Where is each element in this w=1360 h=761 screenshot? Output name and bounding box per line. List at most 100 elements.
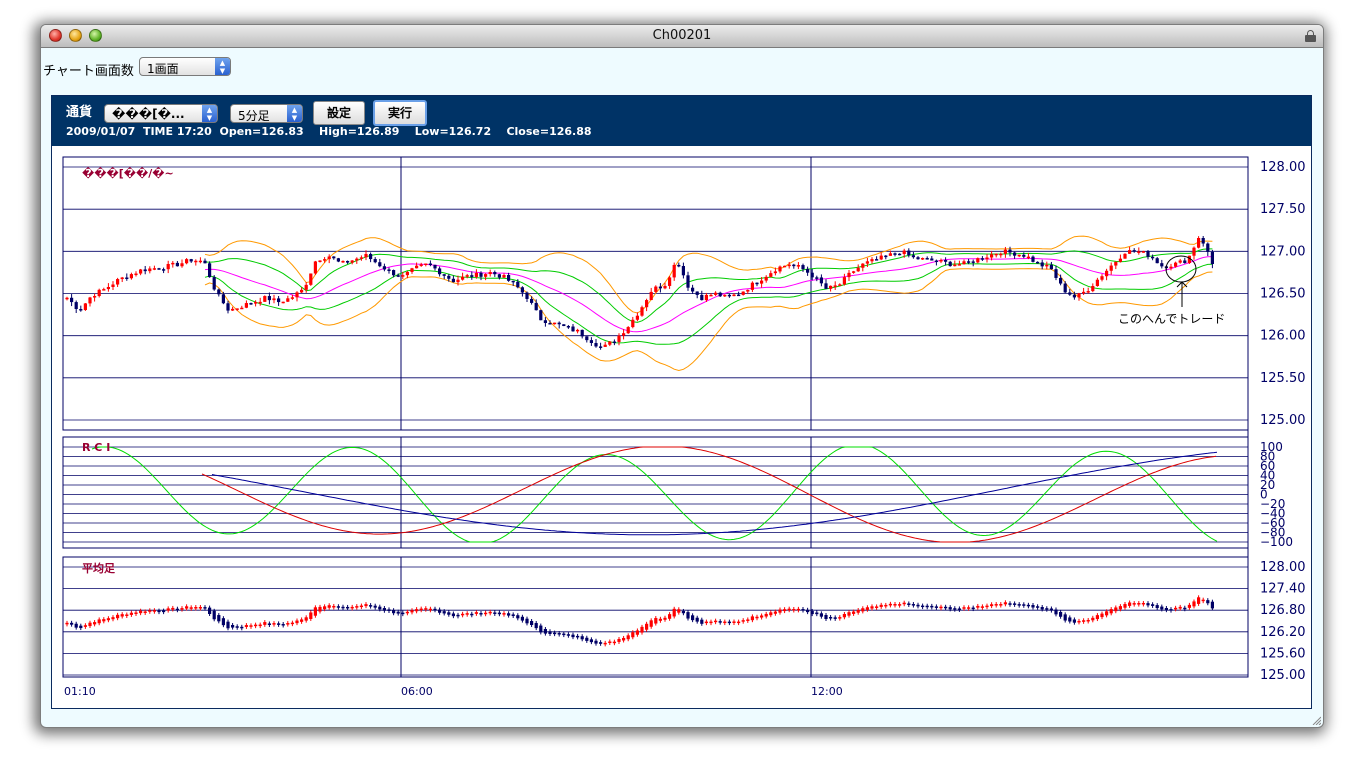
ha-candle — [732, 621, 736, 623]
candle — [470, 275, 474, 277]
currency-select[interactable]: ���[�... ▲ ▼ — [104, 104, 218, 123]
ha-candle — [649, 620, 653, 627]
candle — [1201, 237, 1205, 244]
screen-count-select[interactable]: 1画面 ▲ ▼ — [139, 57, 231, 76]
candle — [985, 257, 989, 260]
candle — [576, 329, 580, 332]
ha-candle — [203, 607, 207, 609]
ha-candle — [171, 607, 175, 610]
candle — [281, 301, 285, 304]
candle — [309, 273, 313, 285]
candle — [934, 260, 938, 263]
price-y-tick: 125.00 — [1260, 413, 1306, 428]
ha-candle — [677, 609, 681, 613]
candle — [277, 298, 281, 303]
ha-candle — [815, 612, 819, 615]
candle — [143, 269, 147, 272]
candle — [231, 308, 235, 311]
candle — [240, 307, 244, 310]
candle — [419, 264, 423, 266]
ha-candle — [1068, 617, 1072, 622]
ha-candle — [419, 608, 423, 611]
ha-y-tick: 126.80 — [1260, 603, 1306, 618]
candle — [824, 283, 828, 289]
ha-candle — [608, 641, 612, 644]
ha-candle — [686, 612, 690, 619]
ha-candle — [847, 612, 851, 616]
ha-candle — [74, 623, 78, 628]
ha-candle — [401, 612, 405, 615]
ha-candle — [1091, 617, 1095, 621]
candle — [479, 272, 483, 277]
ha-candle — [990, 604, 994, 607]
candle — [341, 260, 345, 263]
interval-select[interactable]: 5分足 ▲ ▼ — [230, 104, 303, 123]
title-bar[interactable]: Ch00201 — [41, 25, 1323, 48]
ha-candle — [737, 621, 741, 624]
ha-candle — [589, 639, 593, 643]
ha-candle — [723, 621, 727, 624]
candle — [884, 255, 888, 258]
info-low: Low=126.72 — [414, 125, 492, 138]
price-y-tick: 128.00 — [1260, 160, 1306, 175]
candle — [488, 272, 492, 275]
candle — [1151, 256, 1155, 259]
ha-candle — [1118, 606, 1122, 610]
candle — [962, 261, 966, 265]
ha-candle — [769, 612, 773, 616]
candle — [359, 257, 363, 259]
candle — [870, 259, 874, 262]
settings-button[interactable]: 設定 — [313, 101, 365, 125]
ha-candle — [465, 613, 469, 615]
ha-candle — [502, 613, 506, 615]
resize-grip-icon[interactable] — [1311, 715, 1321, 725]
ha-candle — [1049, 608, 1053, 611]
candle — [1206, 243, 1210, 252]
candle — [405, 271, 409, 276]
ha-candle — [810, 610, 814, 615]
candle — [102, 289, 106, 291]
candle — [244, 303, 248, 308]
ha-candle — [727, 621, 731, 624]
candle — [953, 264, 957, 267]
ha-candle — [718, 621, 722, 623]
run-button[interactable]: 実行 — [373, 100, 427, 126]
price-y-tick: 127.00 — [1260, 244, 1306, 259]
ha-candle — [185, 606, 189, 609]
candle — [888, 253, 892, 256]
candle — [1091, 286, 1095, 292]
ha-candle — [438, 609, 442, 613]
candle — [373, 259, 377, 263]
ha-candle — [879, 604, 883, 607]
candle — [313, 261, 317, 274]
ha-candle — [1151, 604, 1155, 606]
ha-candle — [143, 611, 147, 613]
candle — [125, 277, 129, 279]
lower-band-2 — [204, 268, 1213, 372]
candle — [1086, 291, 1090, 293]
ha-candle — [1013, 603, 1017, 605]
candle — [1210, 251, 1214, 265]
ha-candle — [488, 611, 492, 614]
candle — [208, 263, 212, 278]
candle — [1123, 253, 1127, 259]
candle — [658, 286, 662, 289]
currency-label: 通貨 — [66, 105, 93, 120]
ha-candle — [1031, 605, 1035, 608]
ha-candle — [415, 609, 419, 612]
candle — [787, 264, 791, 267]
ha-candle — [870, 606, 874, 609]
candle — [709, 294, 713, 297]
candle — [382, 266, 386, 270]
ha-candle — [741, 620, 745, 622]
candle — [718, 292, 722, 297]
ha-candle — [134, 612, 138, 614]
ha-candle — [980, 606, 984, 608]
ha-candle — [934, 606, 938, 608]
ha-candle — [580, 636, 584, 640]
ha-candle — [893, 604, 897, 606]
candle — [893, 253, 897, 255]
candle — [171, 262, 175, 265]
candle — [599, 346, 603, 348]
ha-candle — [507, 613, 511, 616]
